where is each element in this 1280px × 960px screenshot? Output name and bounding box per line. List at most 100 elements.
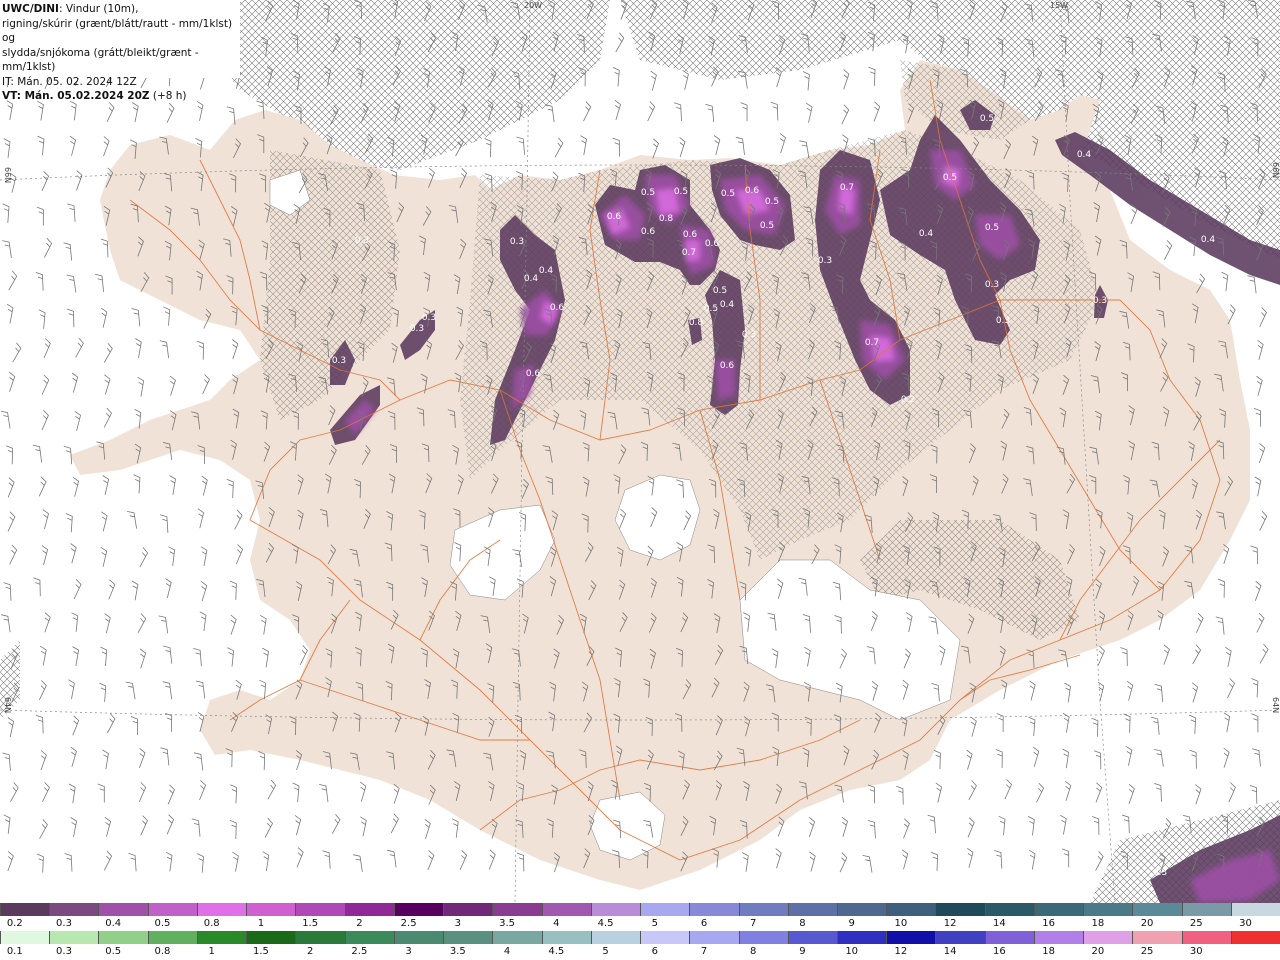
rain-legend-label: 0.1	[6, 946, 23, 957]
rain-legend-swatch	[590, 931, 641, 944]
snow-legend-label: 4.5	[597, 918, 614, 929]
rain-legend-swatch	[246, 931, 296, 944]
rain-legend-swatch	[836, 931, 887, 944]
snow-legend-swatch	[98, 903, 148, 916]
rain-legend-label: 5	[602, 946, 609, 957]
precip-value-label: 0.3	[410, 324, 424, 334]
rain-legend-swatch	[393, 931, 444, 944]
valid-time: VT: Mán. 05.02.2024 20Z (+8 h)	[2, 90, 187, 102]
lon-label-20w: 20W	[524, 1, 542, 10]
rain-legend-swatch	[984, 931, 1034, 944]
precip-value-label: 0.5	[943, 173, 957, 183]
snow-legend-label: 20	[1140, 918, 1154, 929]
snow-legend-label: 6	[700, 918, 708, 929]
rain-legend-label: 0.5	[105, 946, 122, 957]
snow-legend-label: 3.5	[499, 918, 516, 929]
precip-value-label: 0.5	[980, 114, 994, 124]
precip-value-label: 0.7	[865, 338, 879, 348]
rain-legend-swatch	[1230, 931, 1280, 944]
rain-legend-label: 0.8	[154, 946, 171, 957]
snow-legend-label: 18	[1091, 918, 1105, 929]
rain-legend-swatch	[738, 931, 788, 944]
snow-legend-swatch	[984, 903, 1034, 916]
snow-legend-label: 2	[356, 918, 363, 929]
snow-legend-swatch	[393, 903, 444, 916]
precip-value-label: 0.6	[641, 227, 656, 237]
rain-legend-label: 1.5	[252, 946, 269, 957]
lat-label-64n-right: 64N	[1271, 697, 1280, 713]
snow-legend-label: 10	[894, 918, 908, 929]
snow-legend-label: 7	[750, 918, 757, 929]
snow-legend-label: 0.3	[56, 918, 72, 929]
precip-value-label: 0.5	[704, 304, 718, 314]
snow-legend-label: 25	[1189, 918, 1203, 929]
rain-legend-label: 16	[993, 946, 1006, 957]
precip-value-label: 0.8	[689, 318, 704, 328]
snow-legend-swatch	[196, 903, 247, 916]
snow-legend-swatch	[541, 903, 591, 916]
model-name: UWC/DINI	[2, 3, 59, 15]
snow-legend-label: 0.8	[203, 918, 220, 929]
precip-value-label: 0.6	[550, 303, 565, 313]
rain-legend-swatch	[886, 931, 936, 944]
rain-legend-swatch	[98, 931, 148, 944]
precip-value-label: 0.6	[705, 239, 720, 249]
snow-legend-swatch	[886, 903, 936, 916]
rain-legend-swatch	[640, 931, 690, 944]
title-line-2: rigning/skúrir (grænt/blátt/rautt - mm/1…	[2, 17, 233, 45]
precip-value-label: 0.3	[422, 313, 436, 323]
precip-value-label: 0.8	[659, 214, 674, 224]
snow-legend-swatch	[836, 903, 887, 916]
snow-legend-swatch	[689, 903, 739, 916]
precip-value-label: 0.3	[332, 356, 346, 366]
snow-legend-label: 1.5	[302, 918, 319, 929]
rain-legend-swatch	[1033, 931, 1084, 944]
rain-legend-label: 3	[405, 946, 412, 957]
snow-legend-label: 4	[553, 918, 560, 929]
snow-legend-swatch	[492, 903, 542, 916]
rain-legend-swatch	[443, 931, 493, 944]
snow-legend-label: 8	[799, 918, 806, 929]
snow-legend-swatch	[344, 903, 394, 916]
snow-legend-swatch	[0, 903, 50, 916]
snow-legend-swatch	[590, 903, 641, 916]
snow-legend-swatch	[246, 903, 296, 916]
rain-legend-label: 2.5	[351, 946, 368, 957]
rain-legend-label: 18	[1042, 946, 1055, 957]
rain-legend-label: 7	[700, 946, 708, 957]
precip-value-label: 0.4	[1201, 235, 1216, 245]
snow-legend-swatch	[1033, 903, 1084, 916]
rain-legend-label: 1	[208, 946, 215, 957]
rain-legend-label: 10	[845, 946, 859, 957]
rain-legend-label: 30	[1189, 946, 1203, 957]
rain-legend-swatch	[492, 931, 542, 944]
snow-legend-swatch	[295, 903, 345, 916]
snow-legend-label: 2.5	[400, 918, 417, 929]
forecast-map[interactable]: 20W 15W 66N 64N 66N 64N 0.30.40.40.60.60…	[0, 0, 1280, 903]
snow-legend-swatch	[935, 903, 985, 916]
precip-value-label: 0.5	[674, 187, 688, 197]
rain-legend-label: 2	[306, 946, 314, 957]
snow-legend-label: 9	[848, 918, 855, 929]
precip-value-label: 0.5	[985, 223, 999, 233]
lat-label-64n-left: 64N	[3, 697, 12, 713]
precip-value-label: 0.2	[901, 395, 915, 405]
rain-legend-label: 4.5	[548, 946, 565, 957]
legend-rain-labels: 0.1 0.3 0.5 0.8 1 1.5 2 2.5 3 3.5 4 4.5 5 6 7 8 9 10 12 14 1…	[0, 946, 1280, 958]
precip-value-label: 0.5	[641, 188, 655, 198]
precip-value-label: 0.4	[524, 274, 539, 284]
precip-value-label: 0.6	[683, 230, 698, 240]
rain-legend-swatch	[787, 931, 837, 944]
rain-legend-swatch	[196, 931, 247, 944]
rain-legend-swatch	[0, 931, 50, 944]
snow-legend-label: 5	[651, 918, 658, 929]
legend-rain-swatches	[0, 931, 1280, 944]
init-time: IT: Mán. 05. 02. 2024 12Z	[2, 75, 137, 88]
snow-legend-label: 1	[257, 918, 265, 929]
precip-value-label: 0.6	[745, 186, 760, 196]
snow-legend-label: 0.2	[6, 918, 23, 929]
title-line-1: UWC/DINI: Vindur (10m),	[2, 3, 139, 15]
precip-value-label: 0.4	[720, 300, 735, 310]
rain-legend-label: 0.3	[56, 946, 72, 957]
title-line-3: slydda/snjókoma (grátt/bleikt/grænt - mm…	[2, 46, 199, 74]
